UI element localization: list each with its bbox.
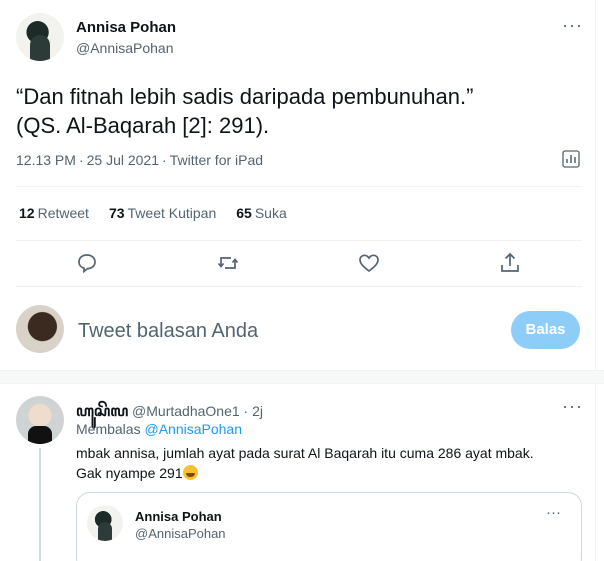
more-options-icon[interactable]: ··· (562, 15, 583, 36)
retweets-count: 12 (19, 205, 35, 221)
reply-text-line-2: Gak nyampe 291 (76, 463, 586, 483)
reply-text-line: mbak annisa, jumlah ayat pada surat Al B… (76, 445, 534, 461)
analytics-icon[interactable] (562, 150, 580, 168)
quotes-label: Tweet Kutipan (127, 205, 217, 221)
likes-stat[interactable]: 65 Suka (236, 205, 287, 221)
quotes-count: 73 (108, 205, 125, 221)
more-options-icon[interactable]: ··· (562, 396, 583, 417)
likes-label: Suka (254, 205, 287, 221)
quoted-author-handle: @AnnisaPohan (135, 526, 226, 541)
meta-separator: · (162, 152, 167, 168)
replying-to-label: Membalas (76, 421, 141, 437)
author-name[interactable]: Annisa Pohan (76, 19, 176, 36)
share-icon[interactable] (498, 251, 522, 275)
reply-time[interactable]: 2j (252, 403, 263, 419)
reply-author-handle[interactable]: @MurtadhaOne1 (132, 403, 240, 419)
reply-text-line: Gak nyampe 291 (76, 465, 183, 481)
replying-to-mention[interactable]: @AnnisaPohan (144, 421, 242, 437)
reply-input[interactable]: Tweet balasan Anda (78, 320, 258, 343)
quoted-author-avatar (87, 505, 123, 541)
reply-separator: · (243, 403, 249, 419)
thread-line (39, 448, 41, 561)
retweets-label: Retweet (37, 205, 89, 221)
tweet-meta: 12.13 PM · 25 Jul 2021 · Twitter for iPad (16, 152, 263, 168)
tweet-text-line: “Dan fitnah lebih sadis daripada pembunu… (16, 84, 474, 109)
section-divider (0, 370, 604, 384)
tweet-text: “Dan fitnah lebih sadis daripada pembunu… (16, 82, 576, 140)
grinning-emoji-icon (182, 465, 198, 480)
reply-tweet: ꦲꦸꦱꦼꦭ @MurtadhaOne1 · 2j ··· Membalas @A… (0, 384, 596, 561)
like-icon[interactable] (357, 251, 381, 275)
tweet-text-line: (QS. Al-Baqarah [2]: 291). (16, 113, 270, 138)
quoted-tweet[interactable]: Annisa Pohan @AnnisaPohan ··· (76, 492, 582, 561)
tweet-stats: 12 Retweet 73 Tweet Kutipan 65 Suka (19, 205, 287, 221)
reply-author-name[interactable]: ꦲꦸꦱꦼꦭ (76, 403, 128, 420)
author-handle[interactable]: @AnnisaPohan (76, 40, 174, 56)
quoted-author-name: Annisa Pohan (135, 509, 222, 524)
retweets-stat[interactable]: 12 Retweet (19, 205, 89, 221)
reply-text: mbak annisa, jumlah ayat pada surat Al B… (76, 443, 586, 483)
divider (16, 186, 582, 187)
tweet-actions (0, 251, 596, 275)
divider (16, 240, 582, 241)
tweet-source[interactable]: Twitter for iPad (170, 152, 263, 168)
reply-button[interactable]: Balas (511, 311, 580, 349)
current-user-avatar[interactable] (16, 305, 64, 353)
reply-author-avatar[interactable] (16, 396, 64, 444)
tweet-time[interactable]: 12.13 PM (16, 152, 76, 168)
quotes-stat[interactable]: 73 Tweet Kutipan (109, 205, 216, 221)
main-tweet: Annisa Pohan @AnnisaPohan ··· “Dan fitna… (0, 0, 596, 370)
replying-to: Membalas @AnnisaPohan (76, 421, 242, 437)
meta-separator: · (78, 152, 84, 168)
tweet-date[interactable]: 25 Jul 2021 (87, 152, 159, 168)
author-avatar[interactable] (16, 13, 64, 61)
reply-icon[interactable] (75, 251, 99, 275)
likes-count: 65 (236, 205, 252, 221)
more-options-icon[interactable]: ··· (546, 504, 561, 521)
retweet-icon[interactable] (216, 251, 240, 275)
divider (16, 286, 582, 287)
reply-composer: Tweet balasan Anda Balas (0, 297, 596, 367)
